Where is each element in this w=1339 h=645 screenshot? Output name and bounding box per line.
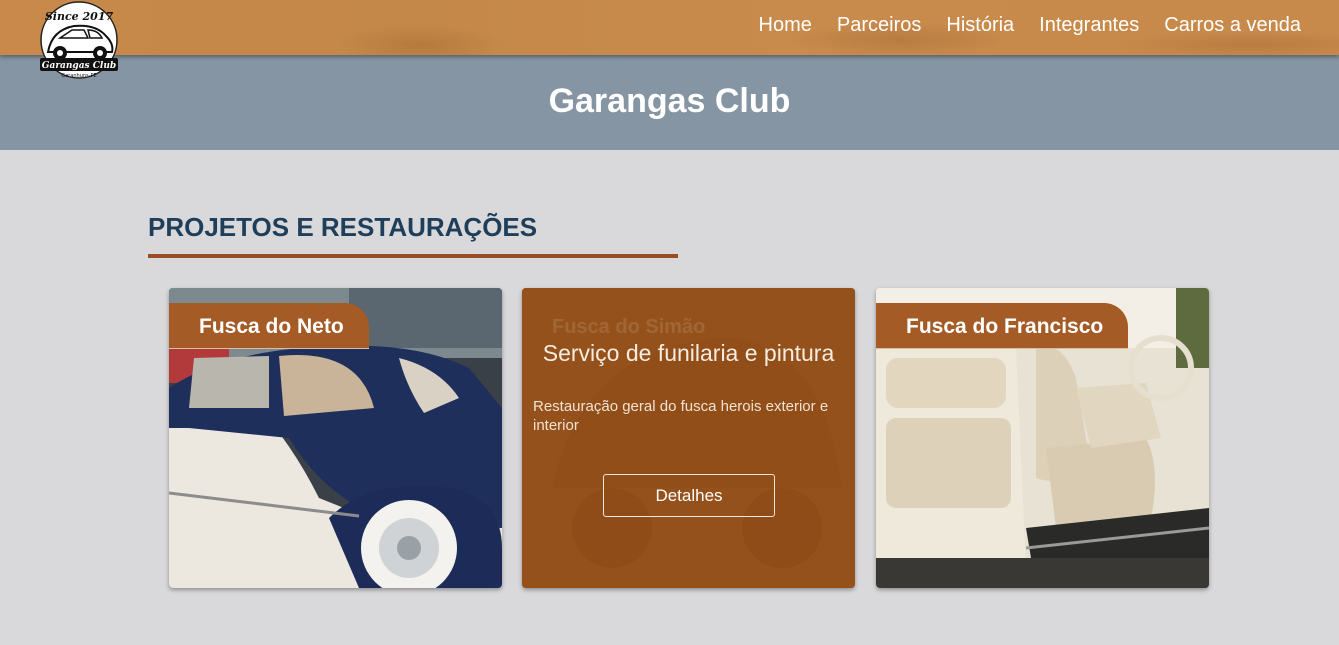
card-title-tab: Fusca do Neto [169,303,369,349]
logo-top-text: Since 2017 [45,10,114,23]
nav-integrantes[interactable]: Integrantes [1039,13,1139,37]
card-title: Fusca do Neto [199,315,344,338]
project-card-francisco[interactable]: Fusca do Francisco [876,288,1209,588]
card-service-heading: Serviço de funilaria e pintura [542,340,835,366]
site-title: Garangas Club [548,82,791,120]
nav-carros-a-venda[interactable]: Carros a venda [1164,13,1301,37]
top-navbar: Home Parceiros História Integrantes Carr… [0,0,1339,55]
beetle-logo-icon: Since 2017 Garangas Club Garanhuns-PE [40,1,118,79]
card-title: Fusca do Simão [552,316,706,338]
details-button[interactable]: Detalhes [603,474,775,517]
nav-home[interactable]: Home [759,13,812,37]
card-title-tab: Fusca do Francisco [876,303,1128,349]
project-card-neto[interactable]: Fusca do Neto [169,288,502,588]
nav-historia[interactable]: História [946,13,1014,37]
logo-bottom-text: Garangas Club [42,61,116,71]
section-underline [148,254,678,258]
card-hover-overlay: Fusca do Simão Serviço de funilaria e pi… [522,288,855,588]
logo-caption: Garanhuns-PE [61,73,96,79]
project-card-simao[interactable]: Fusca do Simão Serviço de funilaria e pi… [522,288,855,588]
card-description: Restauração geral do fusca herois exteri… [533,398,829,434]
club-logo[interactable]: Since 2017 Garangas Club Garanhuns-PE [34,0,124,80]
hero-band: Garangas Club [0,55,1339,150]
nav-parceiros[interactable]: Parceiros [837,13,921,37]
main-nav: Home Parceiros História Integrantes Carr… [734,13,1301,37]
card-title: Fusca do Francisco [906,315,1104,338]
section-title: PROJETOS E RESTAURAÇÕES [148,212,538,242]
